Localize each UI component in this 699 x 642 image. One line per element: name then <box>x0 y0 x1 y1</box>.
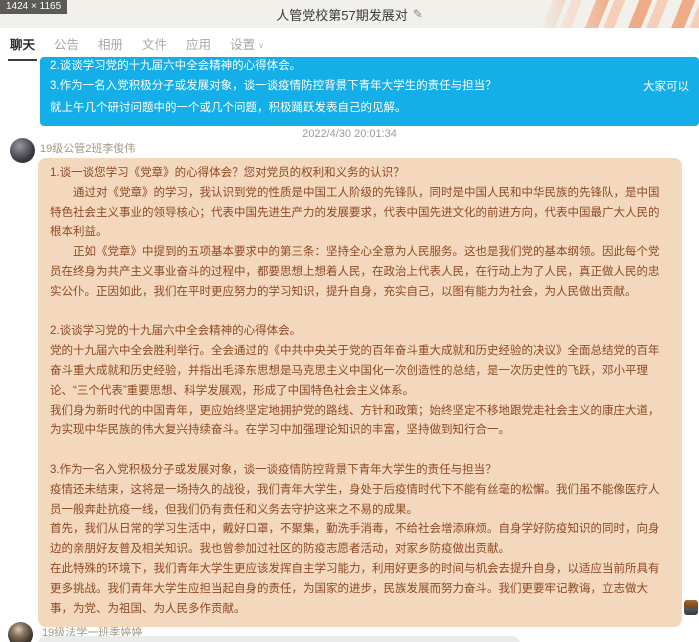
message-paragraph: 我们身为新时代的中国青年，更应始终坚定地拥护党的路线、方针和政策；始终坚定不移地… <box>50 402 670 442</box>
group-title: 人管党校第57期发展对 <box>276 5 407 24</box>
message-paragraph: 在此特殊的环境下，我们青年大学生更应该发挥自主学习能力，利用好更多的时间与机会去… <box>50 560 670 619</box>
message-paragraph: 正如《党章》中提到的五项基本要求中的第三条：坚持全心全意为人民服务。这也是我们党… <box>50 243 670 302</box>
mini-sticker-icon[interactable] <box>684 600 698 615</box>
message-paragraph: 疫情还未结束，这将是一场持久的战役，我们青年大学生，身处于后疫情时代下不能有丝毫… <box>50 481 670 521</box>
announcement-line: 3.作为一名入党积极分子或发展对象，谈一谈疫情防控背景下青年大学生的责任与担当？ <box>50 76 497 98</box>
message-bubble[interactable]: 1.谈一谈您学习《党章》的心得体会？您对党员的权利和义务的认识？ 通过对《党章》… <box>38 158 682 627</box>
avatar[interactable] <box>10 138 35 163</box>
chat-window: 人管党校第57期发展对 ✎ 1424 × 1165 聊天 公告 相册 文件 应用… <box>0 0 699 642</box>
group-title-wrap: 人管党校第57期发展对 ✎ <box>0 0 699 28</box>
chevron-down-icon: ∨ <box>258 41 264 50</box>
announcement-line: 就上午几个研讨问题中的一个或几个问题，积极踊跃发表自己的见解。 <box>50 98 689 119</box>
announcement-line: 2.谈谈学习党的十九届六中全会精神的心得体会。 <box>50 56 689 77</box>
message-paragraph: 3.作为一名入党积极分子或发展对象，谈一谈疫情防控背景下青年大学生的责任与担当？ <box>50 461 670 481</box>
tab-chat[interactable]: 聊天 <box>10 28 35 62</box>
message-paragraph: 2.谈谈学习党的十九届六中全会精神的心得体会。 <box>50 322 670 342</box>
message-paragraph: 首先，我们从日常的学习生活中，戴好口罩，不聚集，勤洗手消毒，不给社会增添麻烦。自… <box>50 520 670 560</box>
announcement-row: 3.作为一名入党积极分子或发展对象，谈一谈疫情防控背景下青年大学生的责任与担当？… <box>50 77 689 98</box>
message-paragraph: 党的十九届六中全会胜利举行。全会通过的《中共中央关于党的百年奋斗重大成就和历史经… <box>50 342 670 401</box>
message-paragraph: 通过对《党章》的学习，我认识到党的性质是中国工人阶级的先锋队，同时是中国人民和中… <box>50 184 670 243</box>
edit-title-icon[interactable]: ✎ <box>413 7 423 21</box>
tab-settings-label: 设置 <box>230 38 255 52</box>
message-timestamp: 2022/4/30 20:01:34 <box>0 128 699 140</box>
announcement-line-right: 大家可以 <box>643 77 689 98</box>
window-header: 人管党校第57期发展对 ✎ <box>0 0 699 28</box>
sender-name: 19级公管2班李俊伟 <box>40 140 135 156</box>
next-message-bubble-partial[interactable] <box>38 636 520 642</box>
message-paragraph <box>50 303 670 323</box>
pinned-announcement-message[interactable]: 2.谈谈学习党的十九届六中全会精神的心得体会。 3.作为一名入党积极分子或发展对… <box>40 57 699 126</box>
avatar[interactable] <box>8 622 33 642</box>
image-dimensions-badge: 1424 × 1165 <box>0 0 67 14</box>
message-paragraph: 1.谈一谈您学习《党章》的心得体会？您对党员的权利和义务的认识？ <box>50 164 670 184</box>
message-paragraph <box>50 441 670 461</box>
